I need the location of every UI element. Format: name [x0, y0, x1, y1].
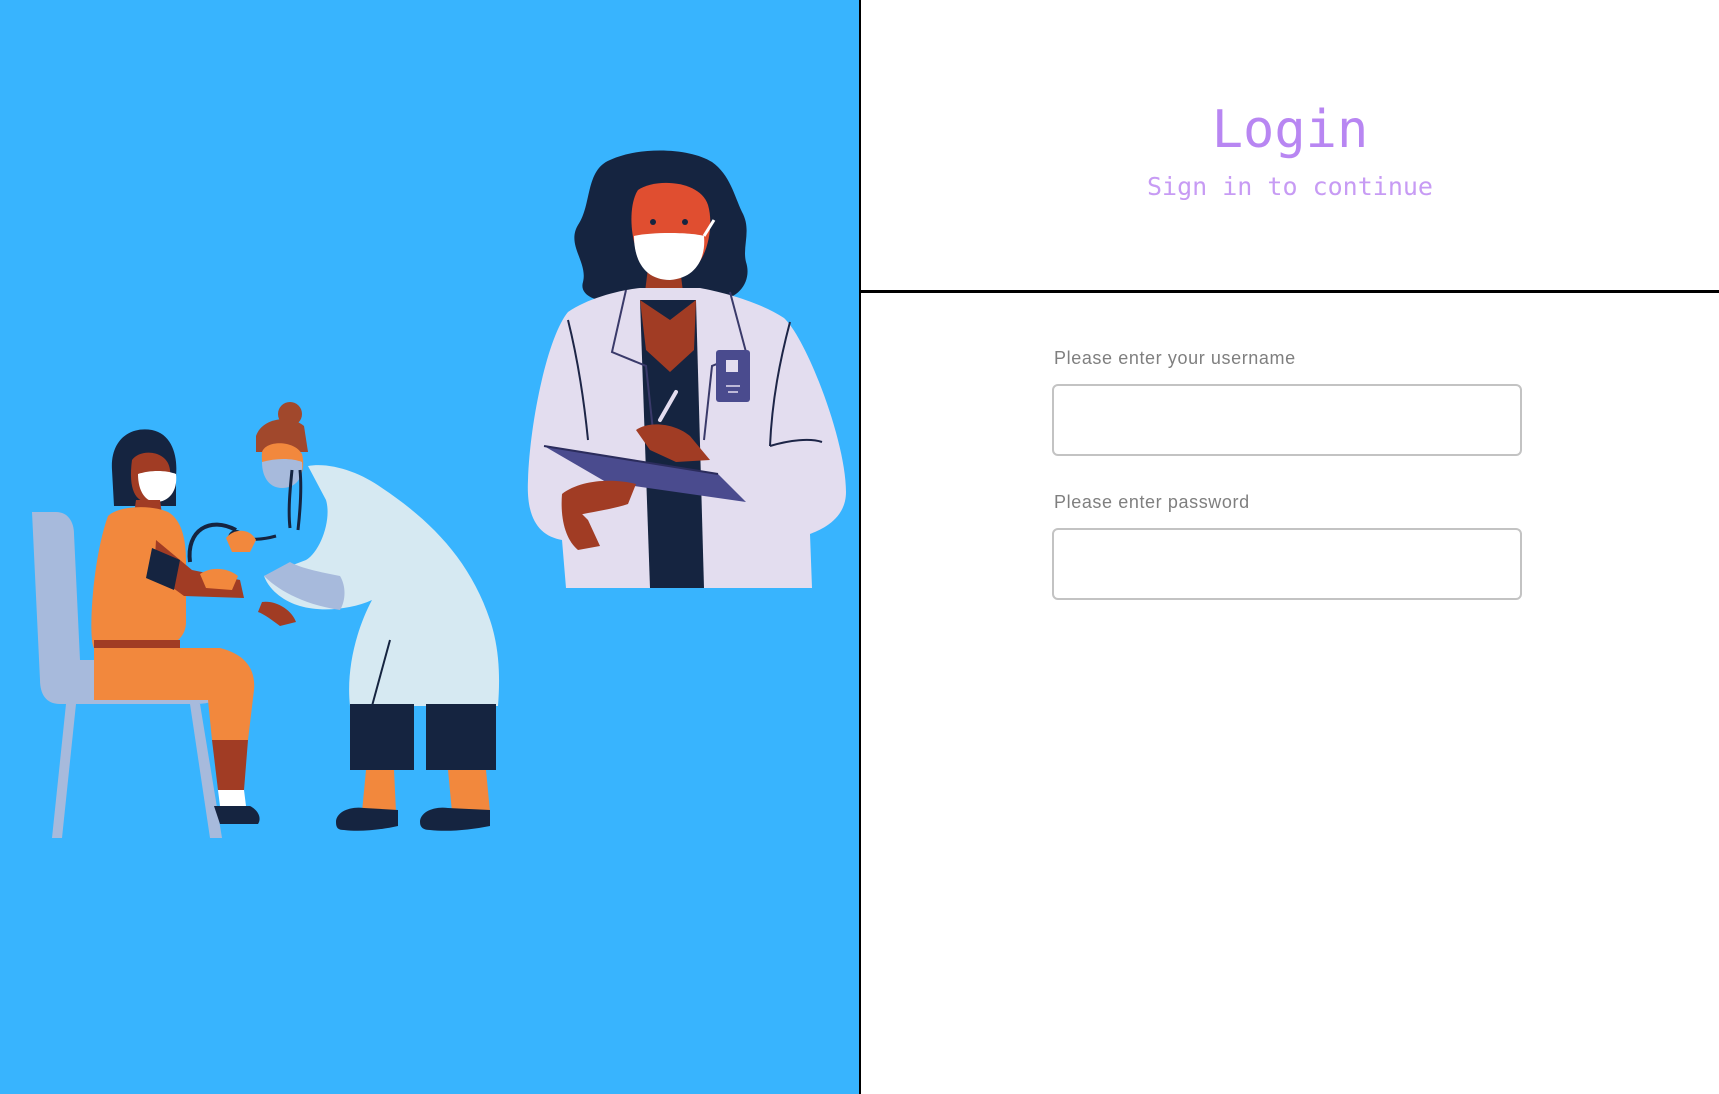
password-input[interactable]	[1052, 528, 1522, 600]
username-label: Please enter your username	[1054, 348, 1296, 368]
standing-doctor-figure	[527, 150, 846, 588]
login-subtitle: Sign in to continue	[1147, 172, 1433, 201]
username-input[interactable]	[1052, 384, 1522, 456]
login-header: Login Sign in to continue	[861, 0, 1719, 290]
header-divider	[861, 290, 1719, 293]
doctor-checkup-illustration	[32, 150, 846, 838]
login-title: Login	[1211, 100, 1369, 160]
login-panel: Login Sign in to continue Please enter y…	[861, 0, 1719, 1094]
illustration-panel	[0, 0, 859, 1094]
patient-figure	[91, 429, 296, 824]
password-label: Please enter password	[1054, 492, 1250, 512]
